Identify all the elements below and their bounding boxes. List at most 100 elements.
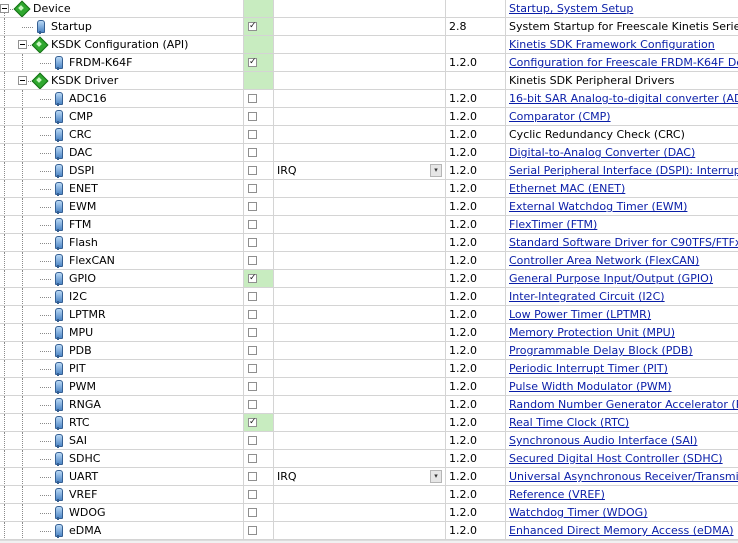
variant-value[interactable]: IRQ (277, 468, 297, 485)
component-row: DSPI IRQ ▾ 1.2.0 Serial Peripheral Interface… (0, 162, 738, 180)
description-cell: Memory Protection Unit (MPU) (506, 324, 738, 341)
component-name-cell: WDOG (0, 504, 244, 521)
variant-cell (274, 306, 446, 323)
description-link[interactable]: Comparator (CMP) (509, 110, 611, 123)
select-checkbox-sai[interactable] (248, 436, 257, 445)
select-cell (244, 252, 274, 269)
collapse-minus-icon[interactable] (0, 4, 9, 13)
component-row: WDOG 1.2.0 Watchdog Timer (WDOG) (0, 504, 738, 522)
select-checkbox-pit[interactable] (248, 364, 257, 373)
select-cell (244, 450, 274, 467)
select-cell (244, 432, 274, 449)
select-cell: ✓ (244, 18, 274, 35)
description-link[interactable]: Inter-Integrated Circuit (I2C) (509, 290, 665, 303)
select-checkbox-pdb[interactable] (248, 346, 257, 355)
select-checkbox-vref[interactable] (248, 490, 257, 499)
description-link[interactable]: Memory Protection Unit (MPU) (509, 326, 675, 339)
select-checkbox-ewm[interactable] (248, 202, 257, 211)
blue-gem-icon (51, 181, 65, 196)
blue-gem-icon (51, 523, 65, 538)
description-link[interactable]: Synchronous Audio Interface (SAI) (509, 434, 697, 447)
select-checkbox-startup[interactable]: ✓ (248, 22, 257, 31)
select-cell (244, 180, 274, 197)
variant-value[interactable]: IRQ (277, 162, 297, 179)
select-checkbox-cmp[interactable] (248, 112, 257, 121)
description-link[interactable]: Pulse Width Modulator (PWM) (509, 380, 672, 393)
select-checkbox-rtc[interactable]: ✓ (248, 418, 257, 427)
component-name-label: FRDM-K64F (69, 56, 133, 69)
component-name-label: GPIO (69, 272, 97, 285)
description-link[interactable]: Reference (VREF) (509, 488, 605, 501)
dropdown-arrow-icon[interactable]: ▾ (430, 164, 442, 177)
select-checkbox-flexcan[interactable] (248, 256, 257, 265)
version-cell: 1.2.0 (446, 216, 506, 233)
description-link[interactable]: Periodic Interrupt Timer (PIT) (509, 362, 668, 375)
version-cell: 1.2.0 (446, 54, 506, 71)
component-name-cell: RNGA (0, 396, 244, 413)
select-checkbox-adc16[interactable] (248, 94, 257, 103)
select-checkbox-sdhc[interactable] (248, 454, 257, 463)
select-checkbox-rnga[interactable] (248, 400, 257, 409)
select-checkbox-dspi[interactable] (248, 166, 257, 175)
description-link[interactable]: Watchdog Timer (WDOG) (509, 506, 648, 519)
component-name-cell: DAC (0, 144, 244, 161)
collapse-minus-icon[interactable] (18, 76, 27, 85)
variant-cell (274, 288, 446, 305)
description-cell: Ethernet MAC (ENET) (506, 180, 738, 197)
select-checkbox-gpio[interactable]: ✓ (248, 274, 257, 283)
blue-gem-icon (51, 289, 65, 304)
component-name-cell: FTM (0, 216, 244, 233)
description-link[interactable]: FlexTimer (FTM) (509, 218, 597, 231)
version-cell (446, 0, 506, 17)
description-link[interactable]: Serial Peripheral Interface (DSPI): Inte… (509, 164, 738, 177)
description-link[interactable]: Real Time Clock (RTC) (509, 416, 629, 429)
component-name-cell: SDHC (0, 450, 244, 467)
component-row: SAI 1.2.0 Synchronous Audio Interface (SAI… (0, 432, 738, 450)
select-checkbox-ftm[interactable] (248, 220, 257, 229)
description-link[interactable]: Digital-to-Analog Converter (DAC) (509, 146, 695, 159)
blue-gem-icon (51, 163, 65, 178)
select-checkbox-lptmr[interactable] (248, 310, 257, 319)
select-checkbox-pwm[interactable] (248, 382, 257, 391)
description-link[interactable]: Secured Digital Host Controller (SDHC) (509, 452, 723, 465)
description-link[interactable]: Controller Area Network (FlexCAN) (509, 254, 699, 267)
description-link[interactable]: Low Power Timer (LPTMR) (509, 308, 651, 321)
component-name-label: PIT (69, 362, 86, 375)
description-link[interactable]: General Purpose Input/Output (GPIO) (509, 272, 713, 285)
description-link[interactable]: Kinetis SDK Framework Configuration (509, 38, 715, 51)
component-name-label: KSDK Driver (51, 74, 119, 87)
select-cell (244, 468, 274, 485)
variant-cell (274, 126, 446, 143)
select-checkbox-flash[interactable] (248, 238, 257, 247)
description-link[interactable]: External Watchdog Timer (EWM) (509, 200, 687, 213)
blue-gem-icon (51, 91, 65, 106)
select-checkbox-i2c[interactable] (248, 292, 257, 301)
dropdown-arrow-icon[interactable]: ▾ (430, 470, 442, 483)
component-name-label: I2C (69, 290, 87, 303)
select-checkbox-enet[interactable] (248, 184, 257, 193)
description-link[interactable]: Ethernet MAC (ENET) (509, 182, 625, 195)
collapse-minus-icon[interactable] (18, 40, 27, 49)
select-checkbox-crc[interactable] (248, 130, 257, 139)
description-link[interactable]: Configuration for Freescale FRDM-K64F De… (509, 56, 738, 69)
component-name-cell: CMP (0, 108, 244, 125)
description-link[interactable]: Startup, System Setup (509, 2, 633, 15)
description-link[interactable]: Standard Software Driver for C90TFS/FTFx… (509, 236, 738, 249)
component-tree-grid: Device Startup, System Setup Startup ✓ 2.8 Sy… (0, 0, 738, 540)
description-link[interactable]: 16-bit SAR Analog-to-digital converter (… (509, 92, 738, 105)
select-checkbox-mpu[interactable] (248, 328, 257, 337)
select-checkbox-frdm-k64f[interactable]: ✓ (248, 58, 257, 67)
select-checkbox-dac[interactable] (248, 148, 257, 157)
select-cell (244, 144, 274, 161)
description-link[interactable]: Random Number Generator Accelerator (RNG… (509, 398, 738, 411)
description-link[interactable]: Universal Asynchronous Receiver/Transmit… (509, 470, 738, 483)
description-cell: Secured Digital Host Controller (SDHC) (506, 450, 738, 467)
select-checkbox-uart[interactable] (248, 472, 257, 481)
select-checkbox-edma[interactable] (248, 526, 257, 535)
description-link[interactable]: Programmable Delay Block (PDB) (509, 344, 693, 357)
description-link[interactable]: Enhanced Direct Memory Access (eDMA) (509, 524, 734, 537)
description-cell: Startup, System Setup (506, 0, 738, 17)
blue-gem-icon (51, 271, 65, 286)
variant-cell (274, 450, 446, 467)
select-checkbox-wdog[interactable] (248, 508, 257, 517)
